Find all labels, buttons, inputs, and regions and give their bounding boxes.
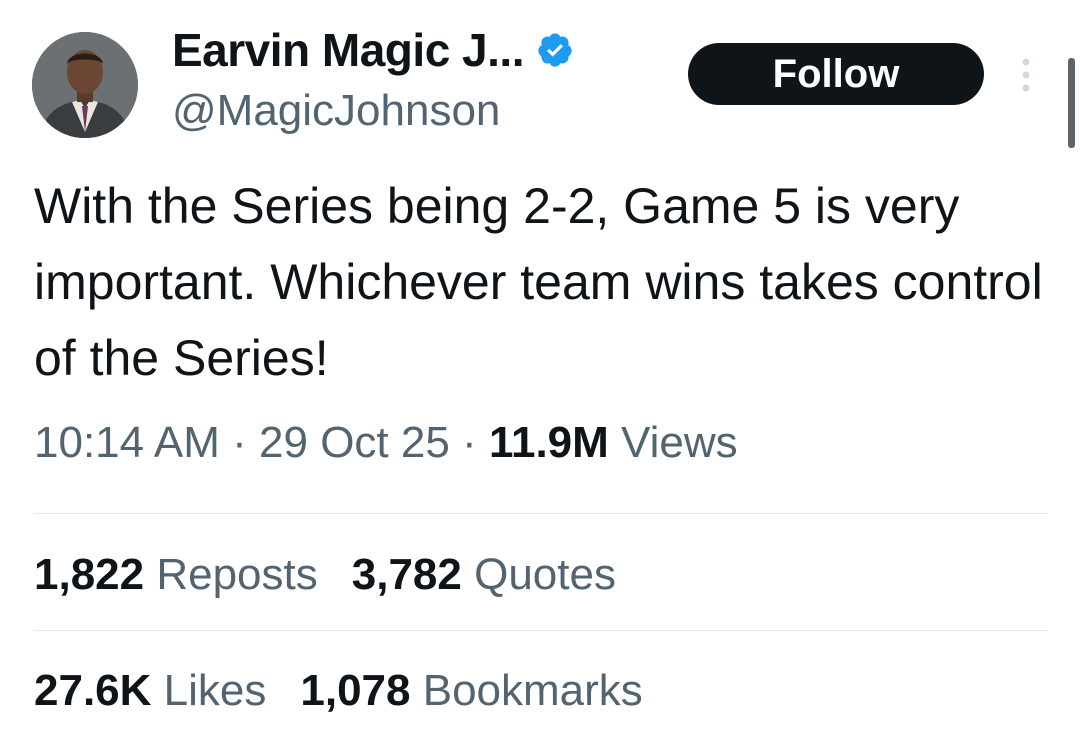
divider [34,513,1048,514]
reposts-stat[interactable]: 1,822 Reposts [34,550,318,600]
likes-count: 27.6K [34,666,152,715]
views-label: Views [621,418,738,467]
likes-stat[interactable]: 27.6K Likes [34,666,266,716]
stats-row-reposts-quotes: 1,822 Reposts 3,782 Quotes [34,550,616,600]
meta-separator: · [232,418,247,467]
likes-label: Likes [163,666,267,715]
bookmarks-stat[interactable]: 1,078 Bookmarks [300,666,642,716]
verified-badge-icon[interactable] [536,31,574,69]
meta-separator: · [462,418,477,467]
bookmarks-count: 1,078 [300,666,411,715]
avatar[interactable] [32,32,138,138]
views-count: 11.9M [488,418,609,467]
more-vertical-icon[interactable] [1016,56,1036,96]
author-handle[interactable]: @MagicJohnson [172,86,500,136]
reposts-count: 1,822 [34,550,145,599]
quotes-stat[interactable]: 3,782 Quotes [352,550,616,600]
tweet-date[interactable]: 29 Oct 25 [259,418,450,467]
tweet-meta: 10:14 AM · 29 Oct 25 · 11.9M Views [34,418,738,468]
stats-row-likes-bookmarks: 27.6K Likes 1,078 Bookmarks [34,666,643,716]
quotes-count: 3,782 [351,550,462,599]
follow-button[interactable]: Follow [688,43,984,105]
author-display-name[interactable]: Earvin Magic J... [172,23,524,77]
avatar-image [32,32,138,138]
divider [34,630,1048,631]
quotes-label: Quotes [474,550,616,599]
scrollbar[interactable] [1068,58,1075,148]
tweet-text: With the Series being 2-2, Game 5 is ver… [34,178,1043,386]
bookmarks-label: Bookmarks [422,666,643,715]
tweet-time[interactable]: 10:14 AM [34,418,220,467]
author-name-row: Earvin Magic J... [172,22,574,78]
reposts-label: Reposts [156,550,318,599]
